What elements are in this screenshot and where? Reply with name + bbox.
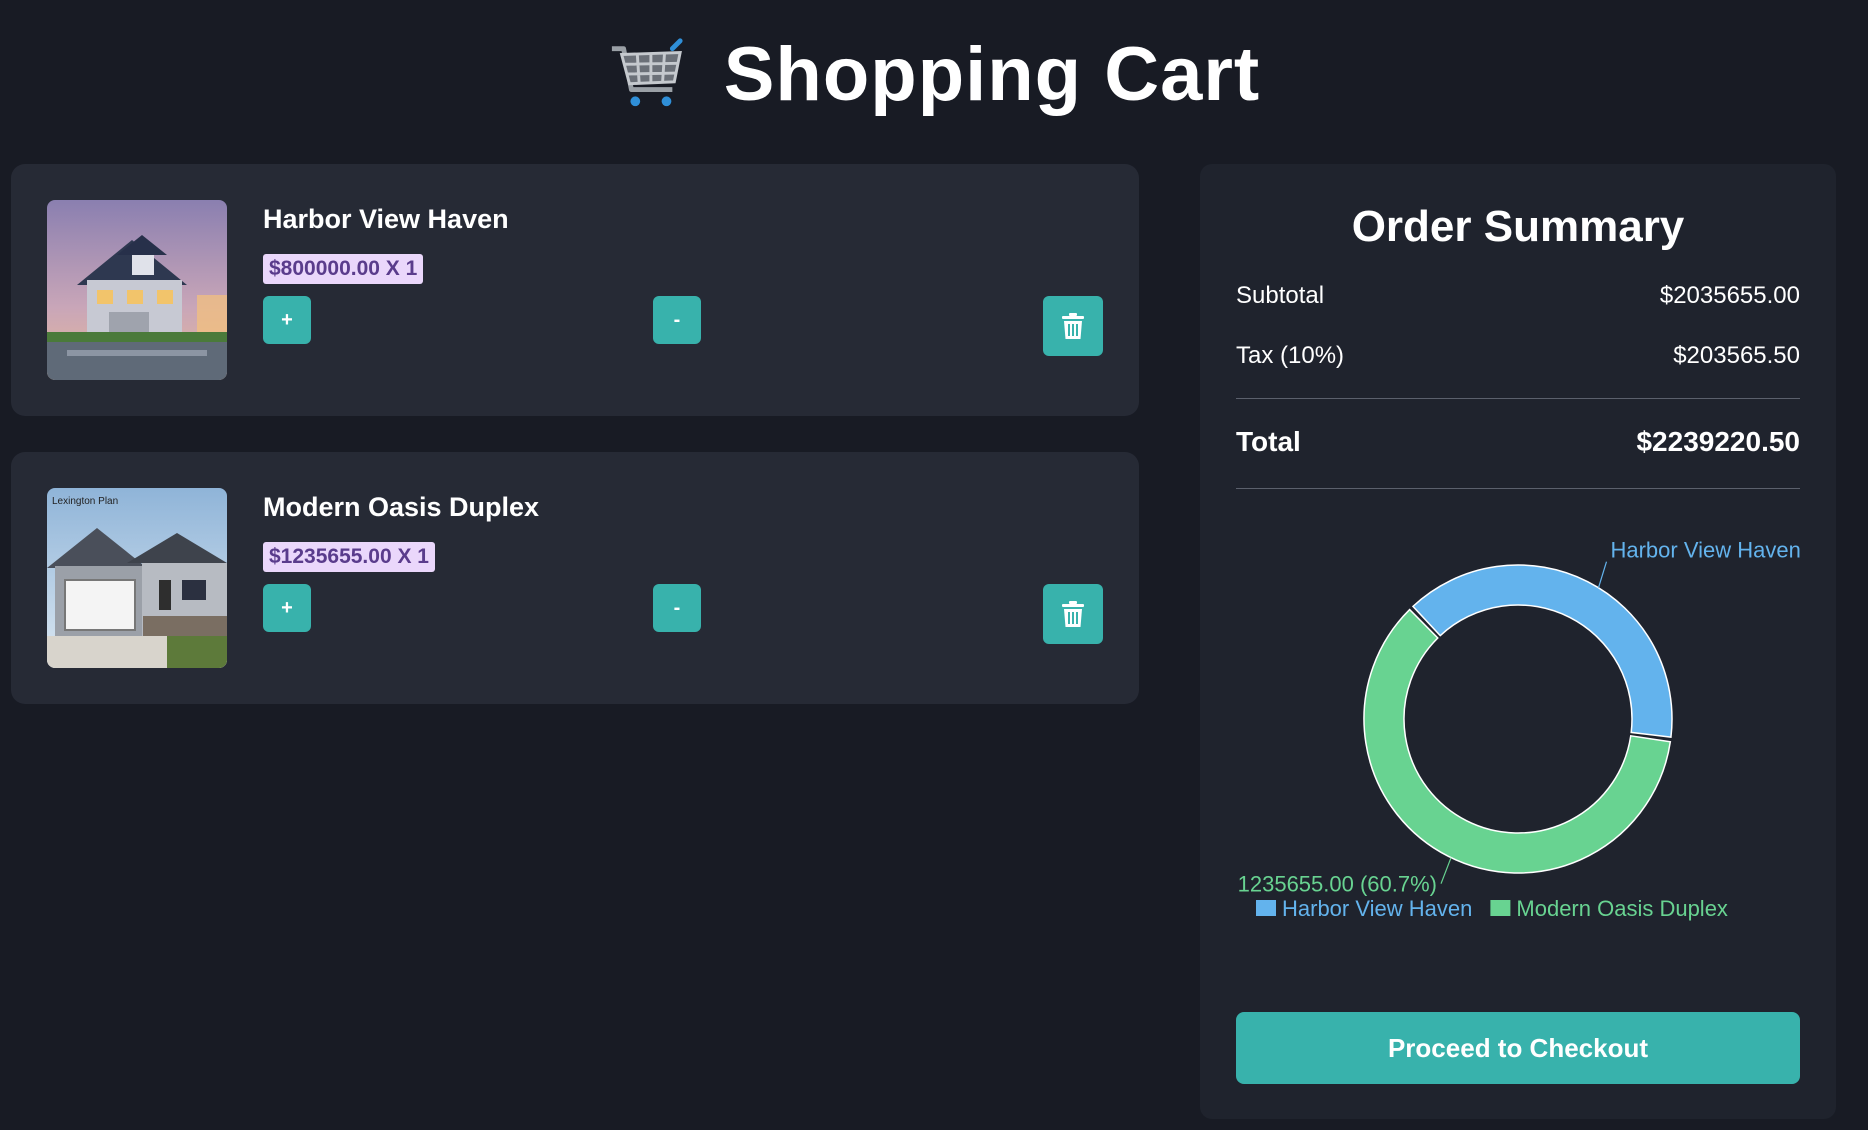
data-label: 1235655.00 (60.7%) [1238,872,1437,897]
remove-item-button[interactable] [1043,296,1103,356]
house-image: Lexington Plan [47,488,227,668]
proceed-to-checkout-button[interactable]: Proceed to Checkout [1236,1012,1800,1084]
donut-slice-1[interactable] [1411,564,1673,738]
increase-quantity-button[interactable]: + [263,296,311,344]
cart-distribution-donut-chart: Harbor View Haven1235655.00 (60.7%)Harbo… [1238,538,1801,921]
legend-label[interactable]: Modern Oasis Duplex [1516,896,1728,921]
shopping-cart-icon [611,38,683,107]
decrease-quantity-button[interactable]: - [653,296,701,344]
tax-row: Tax (10%) $203565.50 [1236,342,1800,370]
price-quantity-badge: $800000.00 X 1 [263,254,424,284]
cart-item: Harbor View Haven $800000.00 X 1 + - [11,164,1139,416]
house-image [47,200,227,380]
subtotal-value: $2035655.00 [1659,282,1800,309]
legend-swatch[interactable] [1490,900,1511,916]
data-label-leader-line [1597,561,1608,588]
house-image-caption: Lexington Plan [52,496,118,507]
remove-item-button[interactable] [1043,584,1103,644]
page-header: Shopping Cart [0,26,1868,122]
data-label: Harbor View Haven [1610,538,1800,563]
divider [1236,488,1800,489]
divider [1236,398,1800,399]
total-value: $2239220.50 [1636,426,1800,457]
item-name: Modern Oasis Duplex [263,492,540,522]
legend-label[interactable]: Harbor View Haven [1282,896,1472,921]
order-summary-title: Order Summary [1351,202,1685,251]
cart-item: Lexington Plan Modern Oasis Duplex $1235… [11,452,1139,704]
total-row: Total $2239220.50 [1236,426,1800,458]
legend-swatch[interactable] [1256,900,1276,916]
decrease-quantity-button[interactable]: - [653,584,701,632]
total-label: Total [1236,426,1301,457]
trash-icon [1062,313,1084,339]
subtotal-label: Subtotal [1236,282,1325,309]
trash-icon [1062,601,1084,627]
data-label-leader-line [1440,857,1452,884]
increase-quantity-button[interactable]: + [263,584,311,632]
order-summary-panel: Order Summary Subtotal $2035655.00 Tax (… [1200,164,1836,1119]
tax-value: $203565.50 [1673,342,1800,369]
page-title: Shopping Cart [723,31,1261,117]
item-name: Harbor View Haven [263,204,509,234]
tax-label: Tax (10%) [1236,342,1345,369]
subtotal-row: Subtotal $2035655.00 [1236,282,1800,310]
price-quantity-badge: $1235655.00 X 1 [263,542,435,572]
